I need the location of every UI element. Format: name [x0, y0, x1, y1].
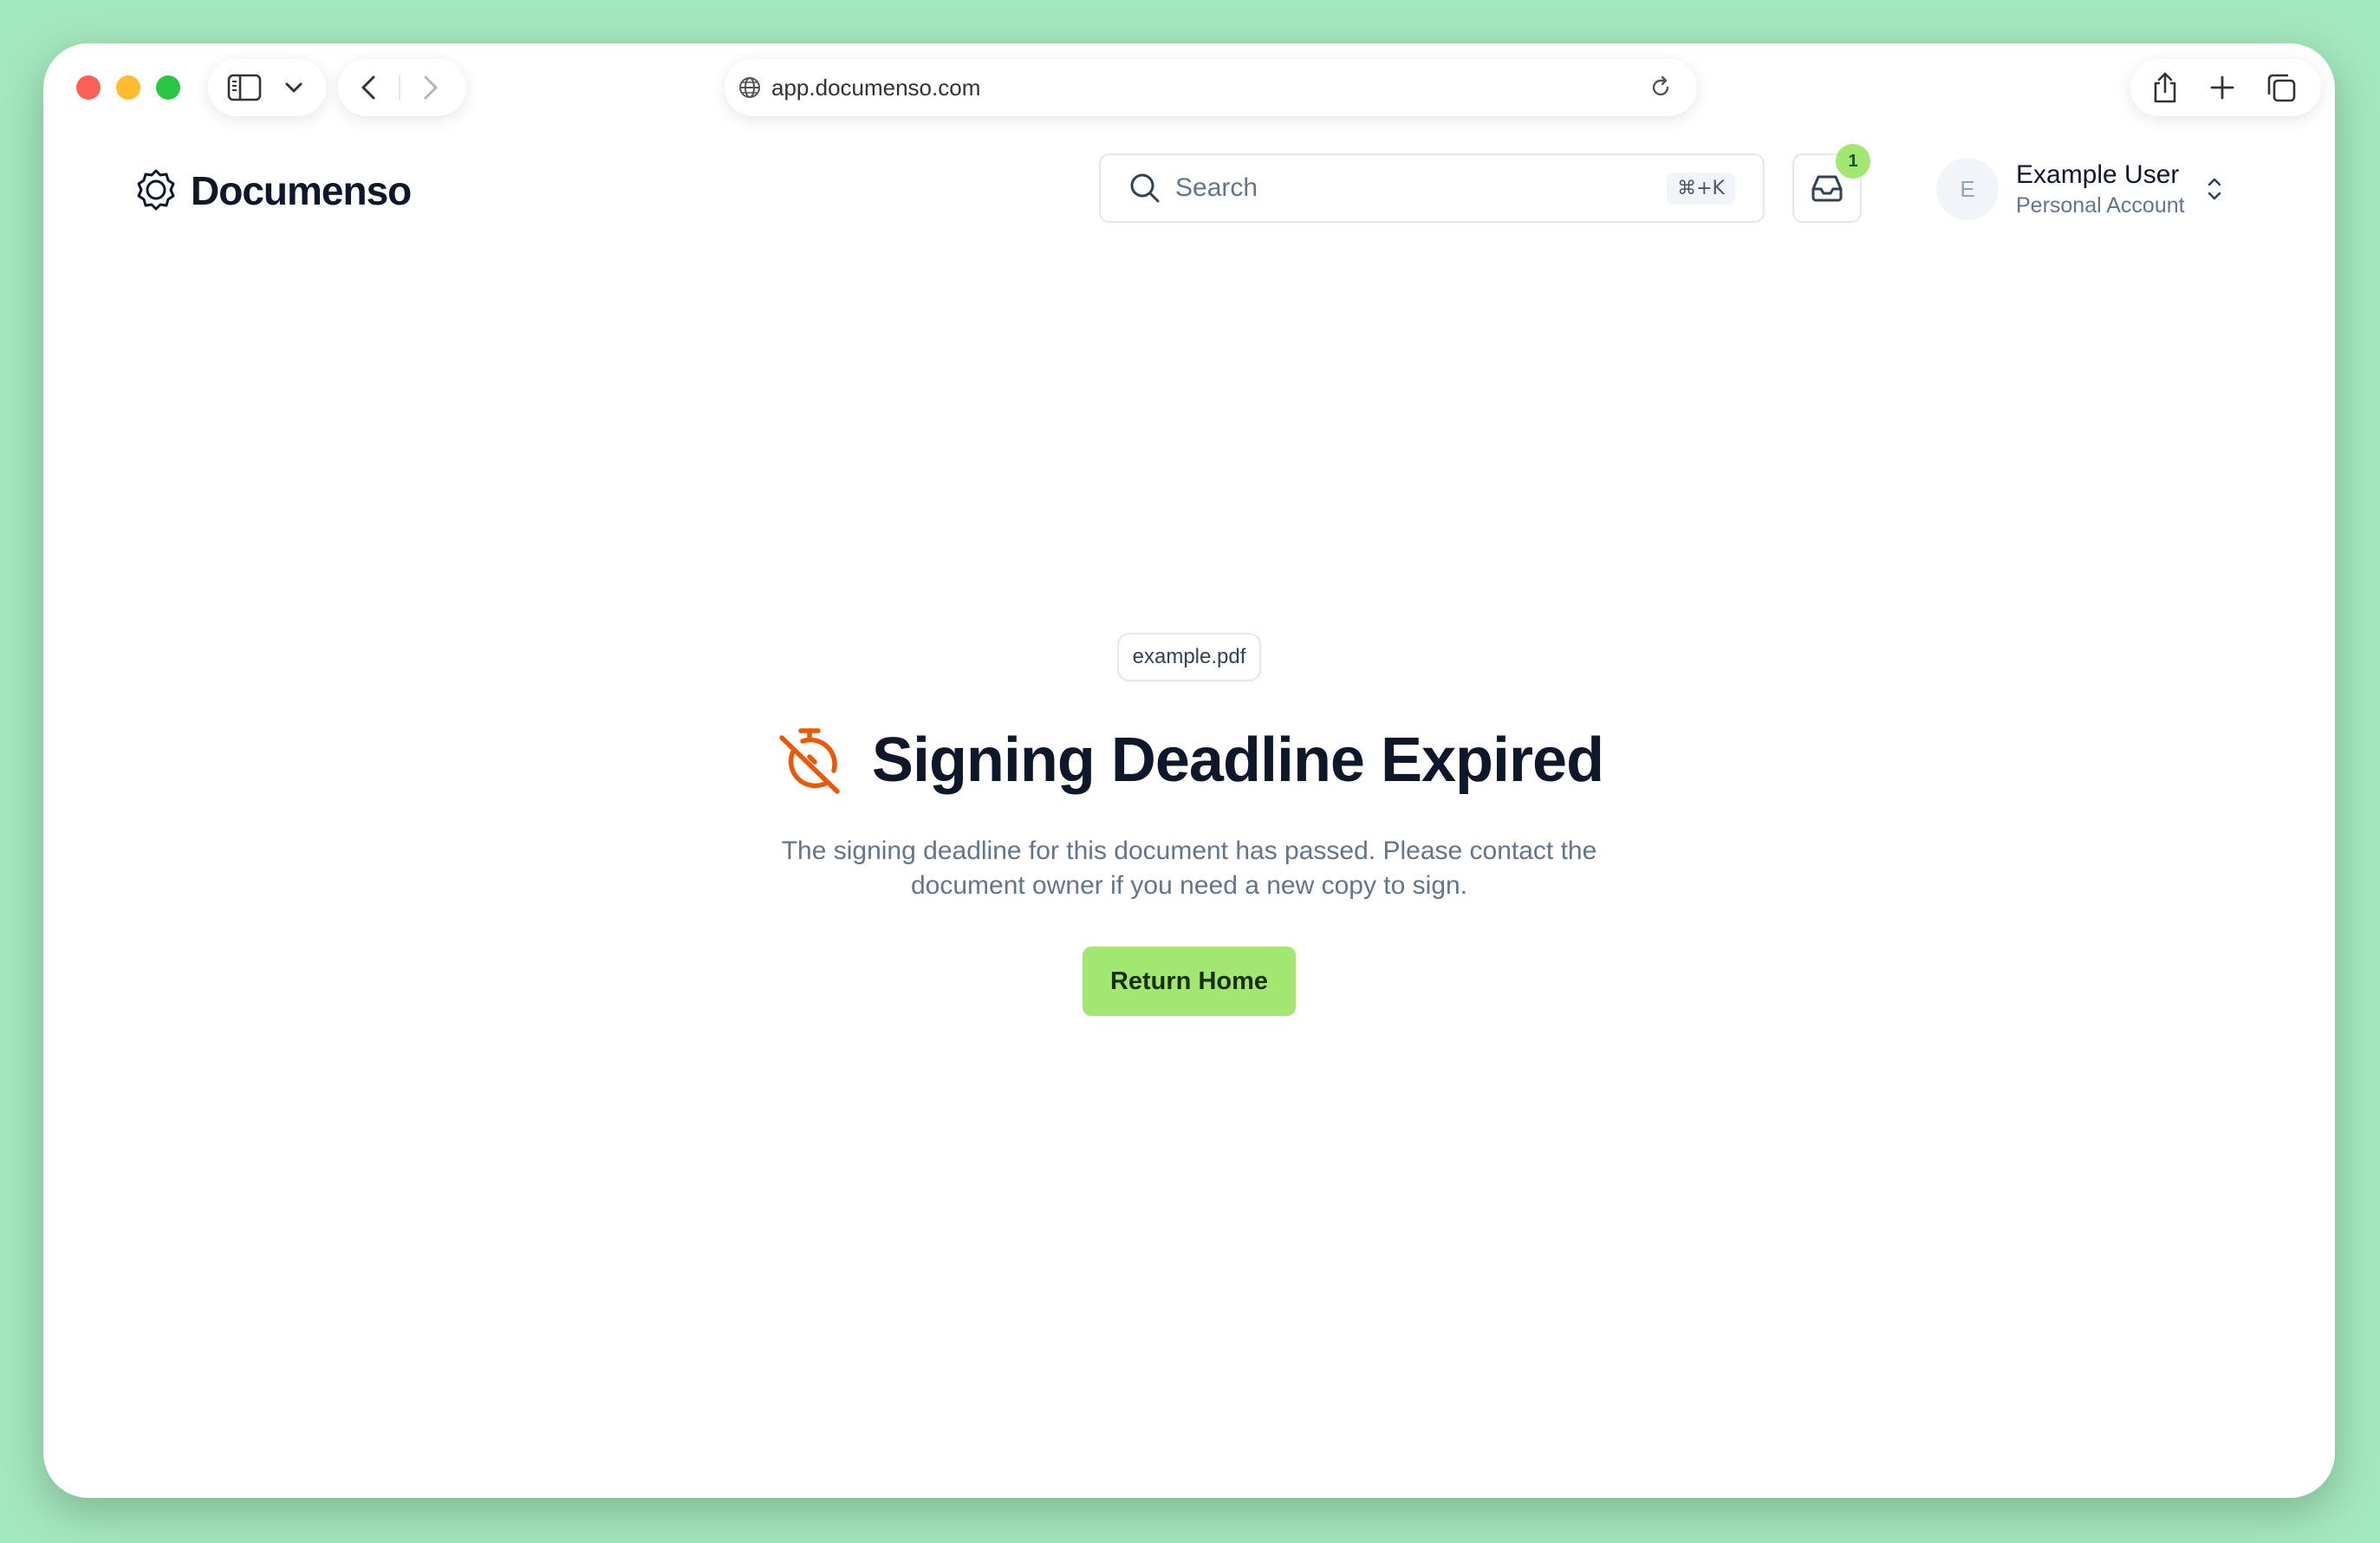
navigation-group	[338, 59, 466, 116]
new-tab-icon[interactable]	[2210, 75, 2234, 100]
avatar: E	[1936, 158, 1999, 220]
search-icon	[1128, 172, 1161, 205]
return-home-button[interactable]: Return Home	[1082, 947, 1297, 1016]
account-info: Example User Personal Account	[2016, 160, 2185, 218]
browser-actions-group	[2130, 59, 2321, 116]
tab-overview-icon[interactable]	[2266, 72, 2297, 103]
account-type: Personal Account	[2016, 192, 2185, 218]
search-placeholder: Search	[1175, 173, 1258, 202]
sidebar-icon[interactable]	[227, 74, 262, 101]
search-shortcut: ⌘+K	[1667, 172, 1735, 205]
url-text[interactable]: app.documenso.com	[771, 75, 980, 101]
search-box[interactable]: Search ⌘+K	[1099, 153, 1765, 223]
inbox-icon	[1810, 173, 1844, 203]
brand-logo[interactable]: Documenso	[133, 165, 412, 217]
file-name-badge: example.pdf	[1116, 633, 1262, 681]
maximize-window-button[interactable]	[156, 75, 180, 100]
chevrons-up-down-icon	[2206, 176, 2223, 202]
page-title: Signing Deadline Expired	[871, 726, 1604, 795]
share-icon[interactable]	[2151, 71, 2179, 104]
sidebar-toggle-group	[208, 59, 326, 116]
reload-icon[interactable]	[1648, 75, 1673, 100]
close-window-button[interactable]	[76, 75, 101, 100]
globe-icon	[738, 76, 761, 99]
forward-arrow-icon[interactable]	[423, 75, 439, 101]
back-arrow-icon[interactable]	[361, 75, 376, 101]
main-content: example.pdf Signing Deadline Expired The…	[43, 633, 2335, 1016]
page-heading: Signing Deadline Expired	[775, 725, 1604, 796]
badge-logo-icon	[133, 168, 179, 213]
account-switcher[interactable]: E Example User Personal Account	[1936, 156, 2223, 222]
inbox-count-badge: 1	[1836, 144, 1870, 179]
timer-off-icon	[775, 726, 844, 795]
user-name: Example User	[2016, 160, 2180, 189]
nav-divider	[399, 75, 400, 101]
chevron-down-icon[interactable]	[284, 81, 303, 94]
brand-name: Documenso	[191, 168, 412, 213]
page-description: The signing deadline for this document h…	[781, 837, 1597, 900]
address-bar[interactable]: app.documenso.com	[725, 59, 1697, 116]
minimize-window-button[interactable]	[116, 75, 140, 100]
browser-window: app.documenso.com Documenso Search ⌘+K 1…	[43, 43, 2335, 1498]
